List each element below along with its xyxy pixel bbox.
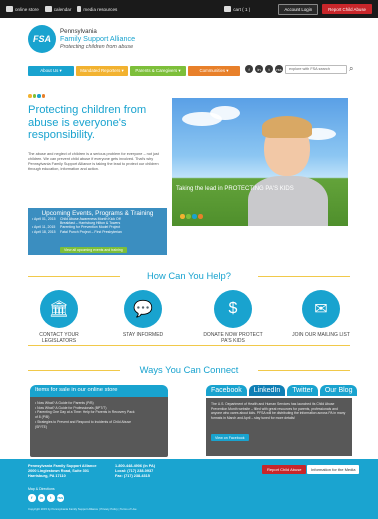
search-icon[interactable]: ⌕ [349,64,353,74]
slider-dot[interactable] [186,214,191,219]
help-contact-legislators[interactable]: 🏛 CONTACT YOUR LEGISLATORS [24,290,94,344]
fsa-logo-mark: FSA [28,25,56,53]
nav-mandated-reporters[interactable]: Mandated Reporters ▾ [76,66,128,76]
facebook-icon[interactable]: f [245,65,253,73]
logo-line-2: Family Support Alliance [60,33,136,43]
store-panel: Items for sale in our online store • Now… [30,385,168,457]
footer-address: Pennsylvania Family Support Alliance 200… [28,464,97,478]
social-feed-panel: The U.S. Department of Health and Human … [206,398,352,456]
copyright: Copyright 2015 by Pennsylvania Family Su… [28,507,137,511]
help-donate-now[interactable]: $ DONATE NOW PROTECT PA'S KIDS [198,290,268,344]
help-section-title: How Can You Help? [147,270,231,281]
dot [32,94,36,98]
feed-text: The U.S. Department of Health and Human … [211,402,346,420]
search-input[interactable]: explore with FSA search [285,65,347,74]
divider [28,345,350,346]
divider [28,370,120,371]
dot [41,94,45,98]
report-child-abuse-button[interactable]: Report Child Abuse [322,4,372,14]
twitter-icon[interactable]: t [47,494,55,502]
store-title: Items for sale in our online store [30,385,168,397]
information-for-media-button[interactable]: Information for the Media [307,465,360,474]
account-login-button[interactable]: Account Login [278,3,319,15]
events-title: Upcoming Events, Programs & Training [41,210,154,217]
cart-link[interactable]: cart ( 1 ) [224,6,250,12]
view-on-facebook-button[interactable]: View on Facebook [211,434,249,441]
chat-icon: 💬 [124,290,162,328]
slider-dot[interactable] [198,214,203,219]
calendar-icon [44,6,52,12]
twitter-icon[interactable]: t [265,65,273,73]
main-nav: About Us ▾ Mandated Reporters ▾ Parents … [28,66,242,76]
hero-image: Taking the lead in PROTECTING PA'S KIDS [172,98,348,226]
nav-communities[interactable]: Communities ▾ [188,66,240,76]
help-join-mailing-list[interactable]: ✉ JOIN OUR MAILING LIST [286,290,356,338]
cart-icon [224,6,232,12]
child-photo-shirt [248,176,328,226]
nav-parents-caregivers[interactable]: Parents & Caregivers ▾ [130,66,186,76]
view-all-events-button[interactable]: View all upcoming events and training [60,247,127,253]
mic-icon [77,6,82,12]
logo-tagline: Protecting children from abuse [60,44,134,51]
cart-icon [6,6,13,12]
color-dots [28,94,46,98]
divider [258,276,350,277]
calendar-link[interactable]: calendar [44,6,71,12]
event-row[interactable]: • April 18, 2015 Fatal Punch Project – Fi… [28,230,167,234]
dot [37,94,41,98]
tab-our-blog[interactable]: Our Blog [319,385,358,396]
linkedin-icon[interactable]: in [255,65,263,73]
slider-dots [180,214,204,219]
footer-social-links: f in t rss [28,494,66,502]
connect-section-title: Ways You Can Connect [139,364,239,375]
map-directions-link[interactable]: Map & Directions [28,487,55,491]
envelope-icon: ✉ [302,290,340,328]
store-item[interactable]: (SP/TE) [35,425,163,430]
site-logo[interactable]: FSA Pennsylvania Family Support Alliance… [28,25,135,53]
page: online store calendar media resources ca… [0,0,378,519]
tab-twitter[interactable]: Twitter [287,385,318,396]
hero-body: The abuse and neglect of children is a s… [28,152,159,171]
tab-facebook[interactable]: Facebook [206,385,247,396]
hero-title: Protecting children from abuse is everyo… [28,104,147,141]
footer: Pennsylvania Family Support Alliance 200… [0,459,378,519]
slider-dot[interactable] [192,214,197,219]
rss-icon[interactable]: rss [275,65,283,73]
help-stay-informed[interactable]: 💬 STAY INFORMED [108,290,178,338]
footer-report-child-abuse-button[interactable]: Report Child Abuse [262,465,307,474]
divider [28,276,120,277]
media-resources-link[interactable]: media resources [77,6,117,12]
store-list: • Now What? A Guide for Parents (P/B) • … [35,401,163,429]
dot [28,94,32,98]
hero-caption: Taking the lead in PROTECTING PA'S KIDS [176,186,294,192]
facebook-icon[interactable]: f [28,494,36,502]
donate-icon: $ [214,290,252,328]
footer-phones: 1-800-448-4906 (in PA) Local: (717) 238-… [115,464,156,478]
top-utility-bar: online store calendar media resources ca… [0,0,378,18]
linkedin-icon[interactable]: in [37,494,45,502]
tab-linkedin[interactable]: LinkedIn [248,385,286,396]
divider [258,370,350,371]
online-store-link[interactable]: online store [6,6,39,12]
capitol-icon: 🏛 [40,290,78,328]
events-panel: Upcoming Events, Programs & Training • A… [28,208,167,255]
social-tabs: Facebook LinkedIn Twitter Our Blog [206,385,359,396]
rss-icon[interactable]: rss [56,494,64,502]
slider-dot[interactable] [180,214,185,219]
nav-about-us[interactable]: About Us ▾ [28,66,74,76]
header-social-links: f in t rss [245,65,285,73]
